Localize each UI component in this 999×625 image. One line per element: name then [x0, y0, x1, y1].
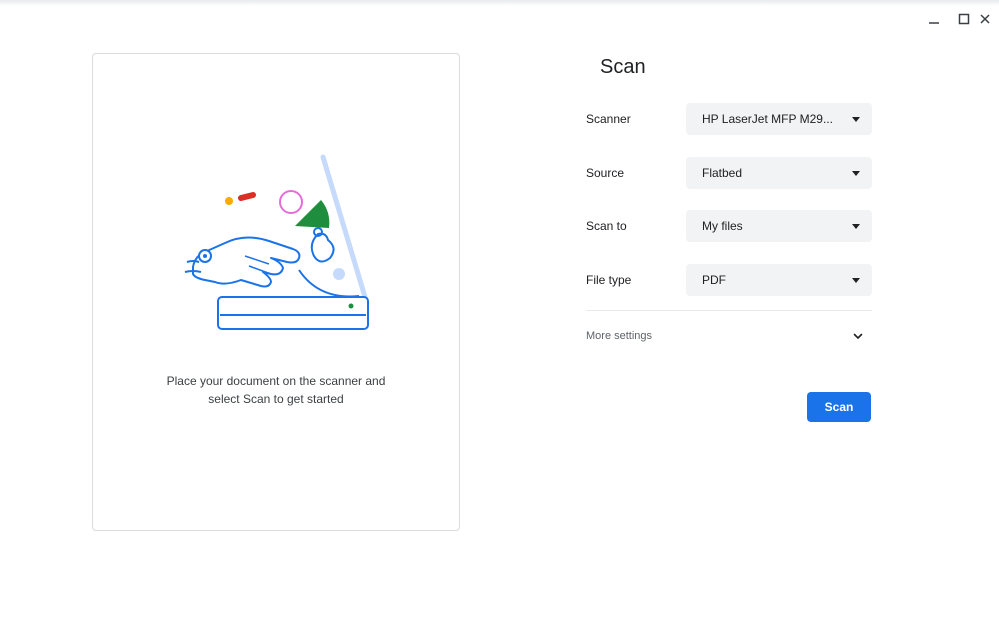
close-icon	[980, 14, 990, 24]
file-type-row: File type PDF	[586, 264, 872, 296]
window-controls	[919, 9, 999, 29]
file-type-value: PDF	[702, 273, 726, 287]
file-type-select[interactable]: PDF	[686, 264, 872, 296]
dropdown-arrow-icon	[852, 277, 860, 283]
preview-help-text: Place your document on the scanner and s…	[93, 372, 459, 408]
file-type-label: File type	[586, 273, 632, 287]
maximize-icon	[958, 13, 970, 25]
scan-to-label: Scan to	[586, 219, 627, 233]
chevron-down-icon	[853, 333, 863, 339]
scan-to-value: My files	[702, 219, 743, 233]
more-settings-label: More settings	[586, 330, 653, 342]
maximize-button[interactable]	[949, 9, 979, 29]
dropdown-arrow-icon	[852, 116, 860, 122]
scanner-value: HP LaserJet MFP M29...	[702, 112, 833, 126]
source-row: Source Flatbed	[586, 157, 872, 189]
dropdown-arrow-icon	[852, 223, 860, 229]
scan-to-row: Scan to My files	[586, 210, 872, 242]
settings-divider	[586, 310, 872, 311]
scanner-illustration	[184, 154, 369, 330]
help-line-2: select Scan to get started	[208, 392, 344, 406]
minimize-icon	[929, 22, 939, 24]
scan-settings-panel: Scan Scanner HP LaserJet MFP M29... Sour…	[586, 52, 872, 422]
source-select[interactable]: Flatbed	[686, 157, 872, 189]
source-label: Source	[586, 166, 625, 180]
scanner-select[interactable]: HP LaserJet MFP M29...	[686, 103, 872, 135]
scan-preview-area: Place your document on the scanner and s…	[92, 53, 460, 531]
close-button[interactable]	[979, 9, 999, 29]
scan-button[interactable]: Scan	[807, 392, 871, 422]
scanner-label: Scanner	[586, 112, 631, 126]
scanner-row: Scanner HP LaserJet MFP M29...	[586, 103, 872, 135]
more-settings-toggle[interactable]: More settings	[586, 320, 872, 352]
minimize-button[interactable]	[919, 9, 949, 29]
help-line-1: Place your document on the scanner and	[166, 374, 386, 388]
scan-to-select[interactable]: My files	[686, 210, 872, 242]
page-title: Scan	[600, 56, 646, 78]
dropdown-arrow-icon	[852, 170, 860, 176]
window-top-edge	[0, 0, 999, 6]
source-value: Flatbed	[702, 166, 743, 180]
